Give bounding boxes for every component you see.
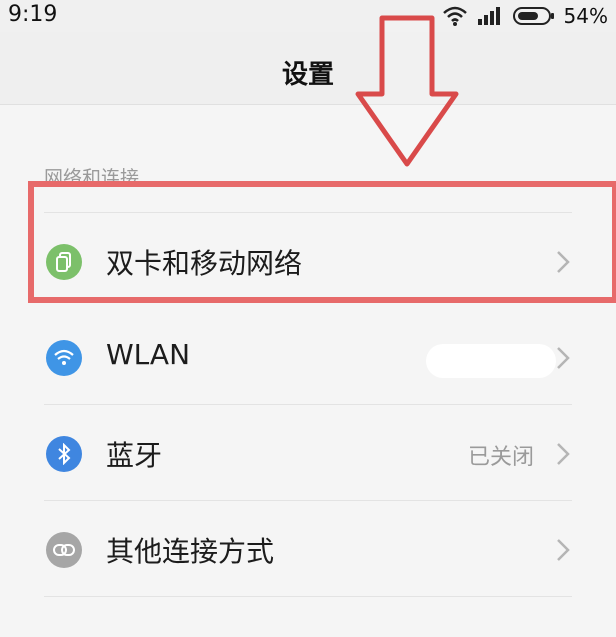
item-label: WLAN: [106, 338, 191, 371]
chevron-right-icon: [557, 539, 570, 561]
divider: [44, 596, 572, 597]
highlight-box: [28, 181, 616, 303]
chevron-right-icon: [557, 443, 570, 465]
item-label: 蓝牙: [106, 439, 163, 472]
down-arrow-icon: [355, 15, 459, 167]
status-icons: 54%: [442, 2, 608, 30]
bluetooth-icon: [46, 436, 82, 472]
page-title: 设置: [281, 60, 334, 90]
signal-icon: [477, 7, 500, 25]
settings-item-bluetooth[interactable]: 蓝牙 已关闭: [0, 406, 616, 502]
settings-item-other-connections[interactable]: 其他连接方式: [0, 502, 616, 598]
item-label: 其他连接方式: [106, 535, 275, 568]
title-bar: 设置: [0, 32, 616, 105]
battery-icon: [512, 7, 554, 25]
redacted-network-name: [426, 344, 556, 378]
wifi-icon: [46, 340, 82, 376]
status-bar: 9:19 54%: [0, 0, 616, 32]
divider: [44, 500, 572, 501]
item-status: 已关闭: [467, 445, 534, 470]
status-time: 9:19: [8, 2, 58, 27]
link-icon: [46, 532, 82, 568]
divider: [44, 404, 572, 405]
battery-percent: 54%: [563, 4, 608, 28]
